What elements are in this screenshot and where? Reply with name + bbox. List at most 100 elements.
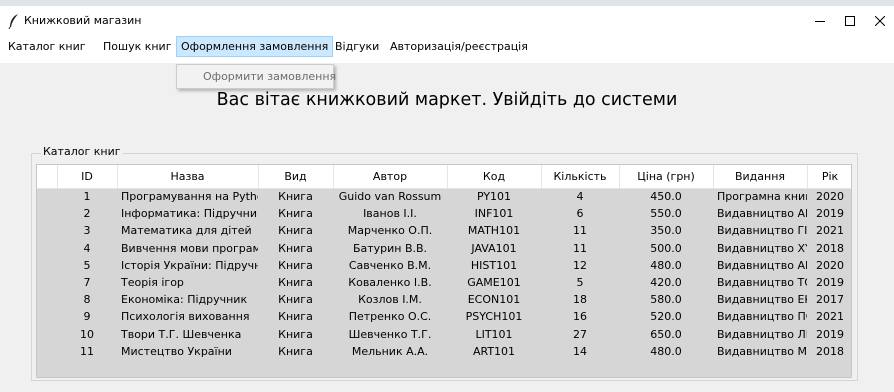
feather-icon: [8, 14, 18, 29]
cell-type: Книга: [278, 258, 313, 272]
cell-tree: [37, 222, 57, 239]
table-row[interactable]: 8 Економіка: Підручник Книга Козлов І.М. ECO…: [37, 291, 851, 308]
cell-id: 10: [80, 327, 94, 341]
title-bar: Книжковий магазин: [0, 6, 894, 36]
cell-author: Петренко О.С.: [348, 310, 432, 324]
cell-id: 9: [83, 310, 91, 324]
column-header-author[interactable]: Автор: [333, 165, 448, 189]
cell-publisher: Видавництво ГІМ: [717, 224, 807, 238]
column-header-publisher[interactable]: Видання: [713, 165, 808, 189]
cell-id: 8: [83, 293, 91, 307]
menu-bar: Каталог книг Пошук книг Оформлення замов…: [0, 36, 894, 63]
cell-code: INF101: [474, 207, 514, 221]
column-header-type[interactable]: Вид: [258, 165, 334, 189]
order-dropdown: Оформити замовлення: [176, 64, 336, 89]
cell-year: 2019: [816, 327, 844, 341]
cell-year: 2021: [816, 310, 844, 324]
cell-publisher: Видавництво МИ: [717, 344, 807, 358]
column-header-tree[interactable]: [37, 165, 58, 189]
table-row[interactable]: 10 Твори Т.Г. Шевченка Книга Шевченко Т.Г. L…: [37, 326, 851, 343]
table-row[interactable]: 9 Психологія виховання Книга Петренко О.С. P…: [37, 308, 851, 325]
table-row[interactable]: 3 Математика для дітей Книга Марченко О.П. M…: [37, 222, 851, 239]
cell-year: 2018: [816, 344, 844, 358]
cell-price: 350.0: [650, 224, 682, 238]
cell-author: Шевченко Т.Г.: [348, 327, 432, 341]
column-header-id[interactable]: ID: [57, 165, 118, 189]
menu-reviews[interactable]: Відгуки: [331, 36, 383, 57]
cell-title: Мистецтво України: [121, 344, 232, 358]
cell-quantity: 5: [576, 276, 584, 290]
table-header-row: ID Назва Вид Автор Код Кількість Ціна (г…: [37, 165, 851, 189]
maximize-icon: [845, 16, 855, 26]
cell-author: Мельник А.А.: [351, 344, 429, 358]
cell-tree: [37, 257, 57, 274]
cell-publisher: Програмна книга: [717, 190, 807, 204]
cell-id: 5: [83, 258, 91, 272]
cell-author: Савченко В.М.: [348, 258, 432, 272]
cell-publisher: Видавництво ТОП: [717, 276, 807, 290]
cell-type: Книга: [278, 327, 313, 341]
cell-price: 520.0: [650, 310, 682, 324]
cell-quantity: 27: [573, 327, 587, 341]
table-row[interactable]: 11 Мистецтво України Книга Мельник А.А. ART1…: [37, 343, 851, 360]
cell-id: 1: [83, 190, 91, 204]
cell-author: Марченко О.П.: [347, 224, 433, 238]
cell-year: 2017: [816, 293, 844, 307]
table-row[interactable]: 5 Історія України: Підручни Книга Савченко …: [37, 257, 851, 274]
cell-publisher: Видавництво ЛІТ: [717, 327, 807, 341]
menu-auth[interactable]: Авторизація/реєстрація: [386, 36, 532, 57]
cell-code: ART101: [472, 344, 516, 358]
cell-tree: [37, 188, 57, 205]
cell-price: 650.0: [650, 327, 682, 341]
cell-tree: [37, 308, 57, 325]
cell-tree: [37, 326, 57, 343]
cell-price: 500.0: [650, 241, 682, 255]
cell-price: 420.0: [650, 276, 682, 290]
cell-title: Економіка: Підручник: [121, 293, 248, 307]
cell-quantity: 11: [573, 224, 587, 238]
catalog-table[interactable]: ID Назва Вид Автор Код Кількість Ціна (г…: [36, 164, 852, 378]
cell-price: 550.0: [650, 207, 682, 221]
cell-title: Твори Т.Г. Шевченка: [121, 327, 242, 341]
cell-id: 11: [80, 344, 94, 358]
dropdown-item-place-order[interactable]: Оформити замовлення: [203, 70, 336, 83]
cell-tree: [37, 343, 57, 360]
cell-code: HIST101: [470, 258, 518, 272]
cell-type: Книга: [278, 224, 313, 238]
cell-author: Іванов І.І.: [363, 207, 417, 221]
menu-order[interactable]: Оформлення замовлення: [176, 36, 334, 57]
cell-author: Козлов І.М.: [358, 293, 422, 307]
minimize-icon: [815, 21, 825, 22]
menu-search[interactable]: Пошук книг: [99, 36, 175, 57]
cell-id: 2: [83, 207, 91, 221]
column-header-title[interactable]: Назва: [117, 165, 259, 189]
cell-title: Вивчення мови програму: [121, 241, 258, 255]
cell-title: Інформатика: Підручник: [121, 207, 258, 221]
cell-author: Коваленко І.В.: [348, 276, 432, 290]
column-header-code[interactable]: Код: [447, 165, 542, 189]
table-row[interactable]: 4 Вивчення мови програму Книга Батурин В.В.…: [37, 240, 851, 257]
cell-quantity: 18: [573, 293, 587, 307]
column-header-price[interactable]: Ціна (грн): [619, 165, 714, 189]
cell-publisher: Видавництво АВС: [717, 258, 807, 272]
cell-tree: [37, 240, 57, 257]
cell-quantity: 4: [576, 190, 584, 204]
table-row[interactable]: 2 Інформатика: Підручник Книга Іванов І.І. I…: [37, 205, 851, 222]
close-button[interactable]: [858, 6, 894, 36]
cell-year: 2020: [816, 190, 844, 204]
cell-price: 480.0: [650, 258, 682, 272]
table-row[interactable]: 1 Програмування на Python Книга Guido van R…: [37, 188, 851, 205]
cell-author: Guido van Rossum: [338, 190, 442, 204]
column-header-quantity[interactable]: Кількість: [541, 165, 620, 189]
column-header-year[interactable]: Рік: [807, 165, 851, 189]
catalog-frame-label: Каталог книг: [41, 145, 123, 158]
cell-year: 2019: [816, 276, 844, 290]
cell-publisher: Видавництво АБВ: [717, 207, 807, 221]
cell-title: Математика для дітей: [121, 224, 252, 238]
cell-tree: [37, 274, 57, 291]
cell-type: Книга: [278, 293, 313, 307]
cell-code: PY101: [476, 190, 512, 204]
cell-id: 4: [83, 241, 91, 255]
menu-catalog[interactable]: Каталог книг: [4, 36, 90, 57]
table-row[interactable]: 7 Теорія ігор Книга Коваленко І.В. GAME101 5 4…: [37, 274, 851, 291]
